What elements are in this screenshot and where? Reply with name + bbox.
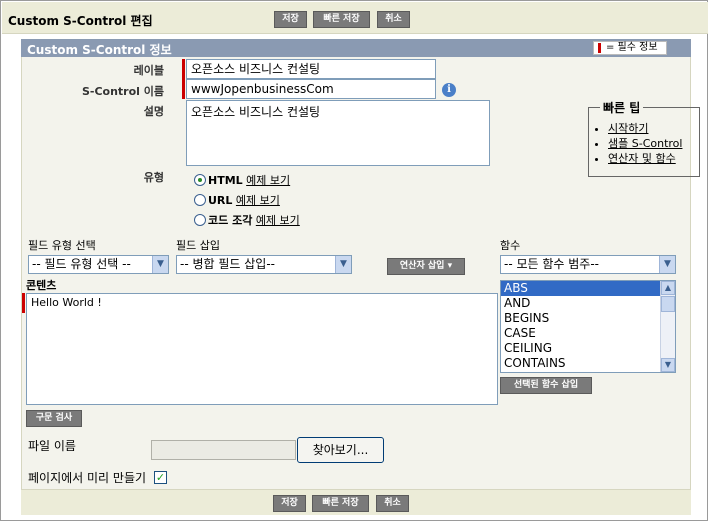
- type-option-label: URL: [208, 194, 233, 207]
- insert-field-select-value: -- 병합 필드 삽입--: [180, 257, 276, 271]
- type-option-url[interactable]: URL 예제 보기: [194, 192, 280, 208]
- preview-checkbox[interactable]: ✓: [154, 471, 167, 484]
- scroll-up-icon[interactable]: ▲: [661, 281, 675, 295]
- radio-selected-icon[interactable]: [194, 174, 206, 186]
- required-marker: [22, 293, 25, 313]
- functions-label: 함수: [500, 239, 521, 252]
- quick-save-button[interactable]: 빠른 저장: [313, 11, 370, 28]
- field-type-select-value: -- 필드 유형 선택 --: [32, 257, 131, 271]
- insert-operator-label: 연산자 삽입: [399, 261, 445, 271]
- required-legend-text: = 필수 정보: [606, 42, 658, 53]
- bottom-toolbar: 저장 빠른 저장 취소: [21, 489, 691, 515]
- section-header: Custom S-Control 정보 = 필수 정보: [21, 39, 691, 57]
- chevron-down-icon[interactable]: ▼: [335, 256, 351, 273]
- field-type-label: 필드 유형 선택: [28, 239, 96, 252]
- label-input[interactable]: 오픈소스 비즈니스 컨설팅: [186, 59, 436, 79]
- tip-link-sample-scontrol[interactable]: 샘플 S-Control: [608, 137, 682, 150]
- quick-tips-title: 빠른 팁: [600, 99, 644, 116]
- content-textarea[interactable]: Hello World !: [26, 293, 498, 405]
- preview-label: 페이지에서 미리 만들기: [28, 471, 147, 485]
- function-category-select[interactable]: -- 모든 함수 범주-- ▼: [500, 255, 676, 274]
- file-name-label: 파일 이름: [28, 439, 76, 453]
- page-title: Custom S-Control 편집: [8, 14, 153, 28]
- save-button[interactable]: 저장: [273, 495, 306, 512]
- example-link[interactable]: 예제 보기: [246, 174, 290, 187]
- radio-icon[interactable]: [194, 194, 206, 206]
- type-option-html[interactable]: HTML 예제 보기: [194, 172, 290, 188]
- type-field-label: 유형: [143, 171, 164, 184]
- function-item[interactable]: CONTAINS: [501, 356, 661, 371]
- function-category-value: -- 모든 함수 범주--: [504, 257, 600, 271]
- listbox-scrollbar[interactable]: ▲ ▼: [660, 281, 675, 372]
- functions-listbox[interactable]: ABS AND BEGINS CASE CEILING CONTAINS ▲ ▼: [500, 280, 676, 373]
- radio-icon[interactable]: [194, 214, 206, 226]
- tip-link-operators-functions[interactable]: 연산자 및 함수: [608, 152, 676, 165]
- top-toolbar: Custom S-Control 편집 저장 빠른 저장 취소: [2, 2, 708, 34]
- function-item[interactable]: CEILING: [501, 341, 661, 356]
- checkmark-icon: ✓: [155, 471, 166, 484]
- cancel-button[interactable]: 취소: [376, 495, 409, 512]
- info-icon[interactable]: i: [442, 83, 456, 97]
- function-item[interactable]: BEGINS: [501, 311, 661, 326]
- save-button[interactable]: 저장: [274, 11, 307, 28]
- edit-page: Custom S-Control 편집 저장 빠른 저장 취소 Custom S…: [0, 0, 708, 521]
- quick-tips-list: 시작하기 샘플 S-Control 연산자 및 함수: [598, 121, 682, 166]
- required-legend: = 필수 정보: [593, 41, 667, 55]
- field-type-select[interactable]: -- 필드 유형 선택 -- ▼: [28, 255, 169, 274]
- function-item[interactable]: ABS: [501, 281, 661, 296]
- insert-function-button[interactable]: 선택된 함수 삽입: [500, 377, 592, 394]
- example-link[interactable]: 예제 보기: [256, 214, 300, 227]
- type-option-label: HTML: [208, 174, 243, 187]
- tip-link-getting-started[interactable]: 시작하기: [608, 122, 648, 135]
- description-textarea[interactable]: 오픈소스 비즈니스 컨설팅: [186, 100, 490, 166]
- file-path-input[interactable]: [151, 440, 296, 460]
- scroll-down-icon[interactable]: ▼: [661, 358, 675, 372]
- name-field-label: S-Control 이름: [81, 85, 164, 98]
- insert-field-label: 필드 삽입: [176, 239, 220, 252]
- chevron-down-icon[interactable]: ▼: [152, 256, 168, 273]
- scroll-thumb[interactable]: [661, 296, 675, 312]
- section-title: Custom S-Control 정보: [27, 43, 172, 57]
- chevron-down-icon[interactable]: ▼: [659, 256, 675, 273]
- required-marker-icon: [598, 43, 601, 53]
- required-marker: [182, 79, 185, 99]
- type-option-label: 코드 조각: [208, 214, 253, 227]
- insert-field-select[interactable]: -- 병합 필드 삽입-- ▼: [176, 255, 352, 274]
- function-item[interactable]: AND: [501, 296, 661, 311]
- function-item[interactable]: CASE: [501, 326, 661, 341]
- description-field-label: 설명: [143, 105, 164, 118]
- quick-tips: 빠른 팁 시작하기 샘플 S-Control 연산자 및 함수: [588, 99, 700, 179]
- syntax-check-button[interactable]: 구문 검사: [26, 410, 82, 427]
- required-marker: [182, 59, 185, 79]
- example-link[interactable]: 예제 보기: [236, 194, 280, 207]
- content-label: 콘텐츠: [26, 279, 57, 292]
- form-body: 레이블 오픈소스 비즈니스 컨설팅 S-Control 이름 wwwJopenb…: [21, 57, 700, 489]
- name-input[interactable]: wwwJopenbusinessCom: [186, 79, 436, 99]
- cancel-button[interactable]: 취소: [377, 11, 410, 28]
- type-option-snippet[interactable]: 코드 조각 예제 보기: [194, 212, 300, 228]
- label-field-label: 레이블: [133, 64, 164, 77]
- insert-operator-button[interactable]: 연산자 삽입 ▾: [387, 258, 465, 275]
- quick-save-button[interactable]: 빠른 저장: [312, 495, 369, 512]
- dropdown-arrow-icon: ▾: [447, 261, 453, 271]
- browse-button[interactable]: 찾아보기...: [297, 437, 384, 463]
